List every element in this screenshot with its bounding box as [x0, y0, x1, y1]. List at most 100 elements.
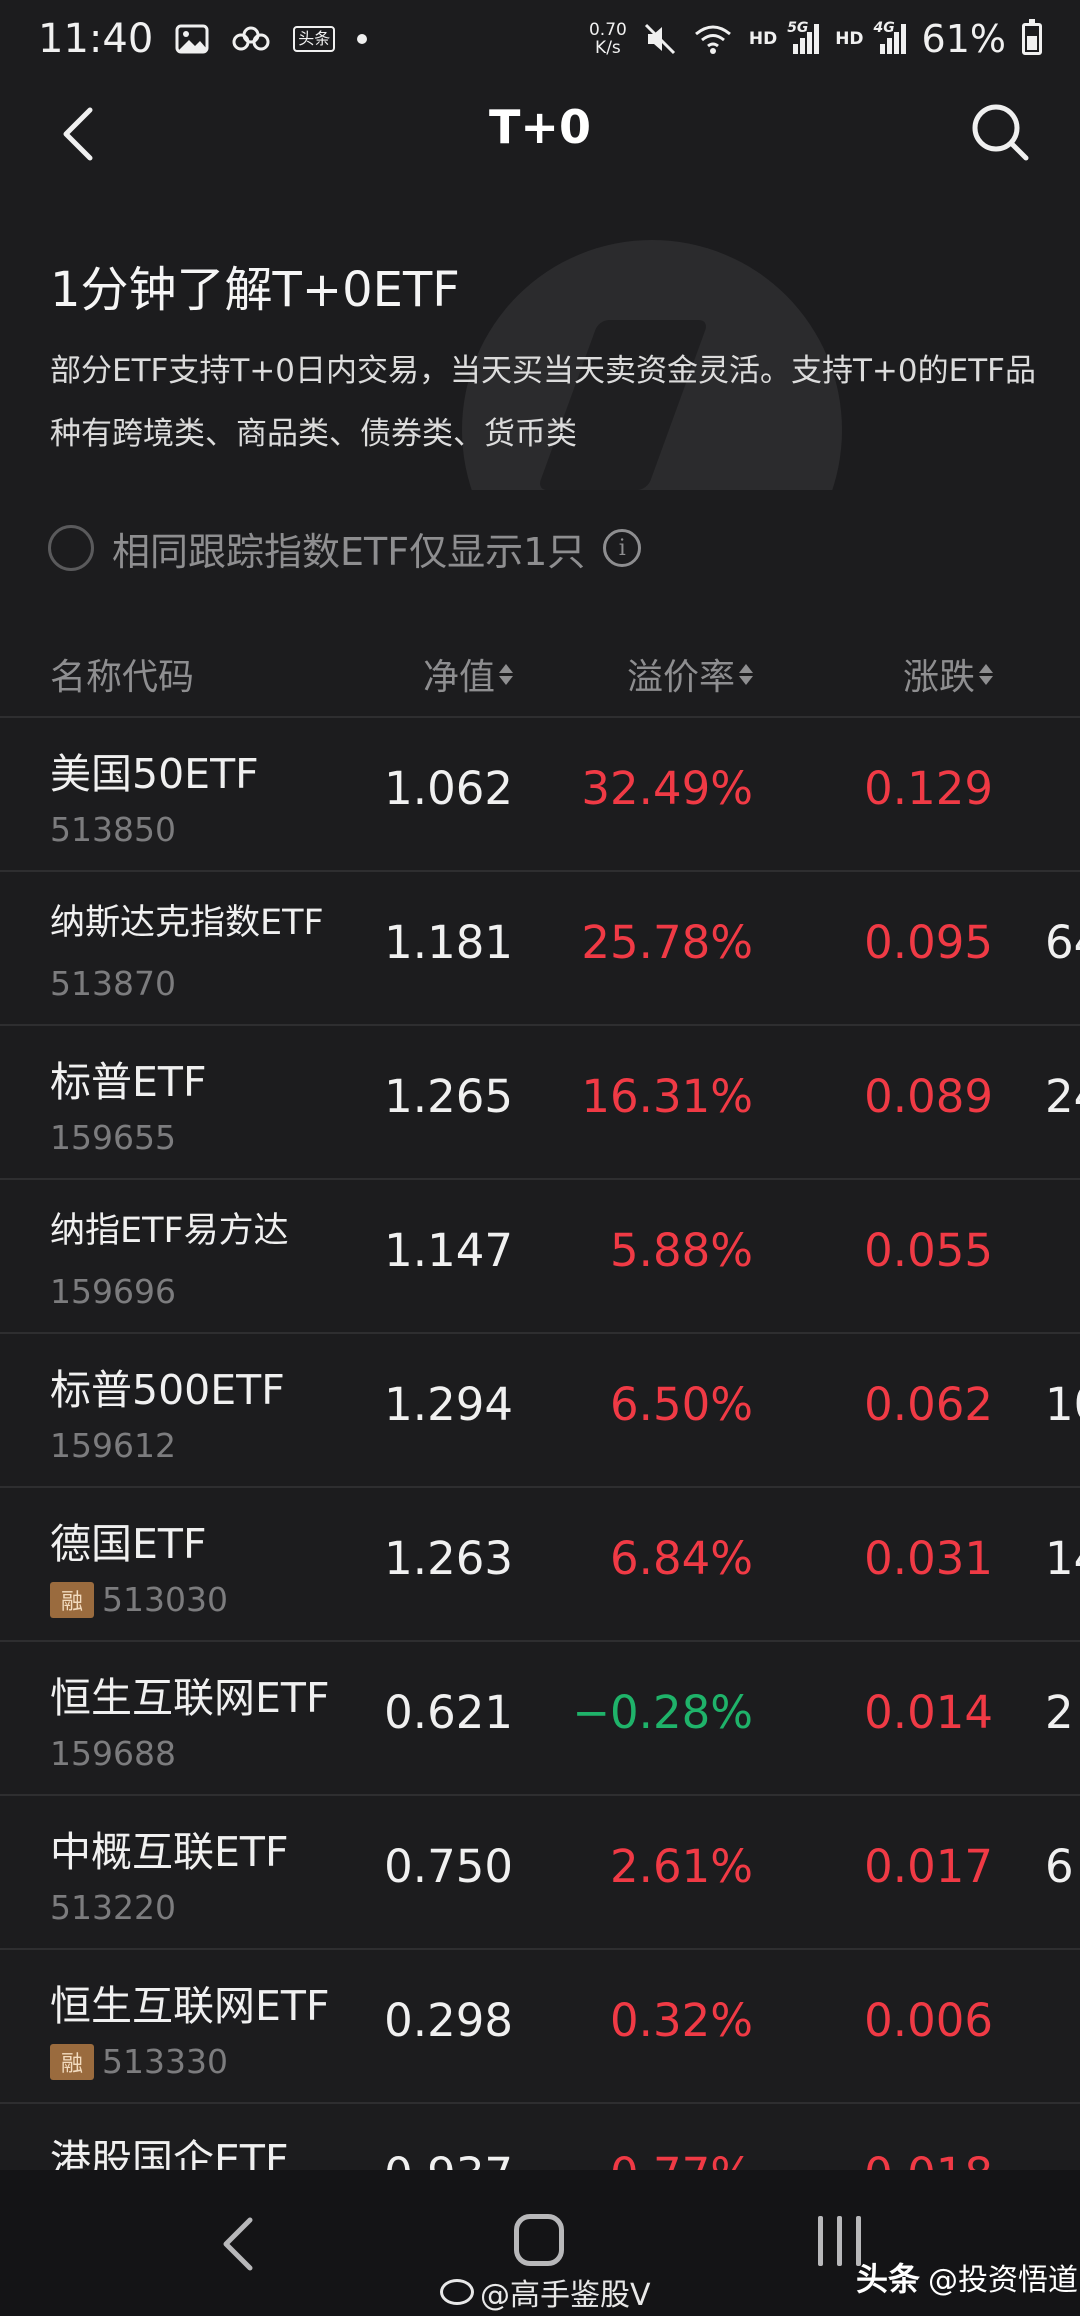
etf-code: 融 513330	[50, 2042, 228, 2081]
etf-extra-col: 6	[1045, 1840, 1074, 1893]
search-icon	[972, 104, 1029, 161]
watermark-weibo-text: @高手鉴股V	[480, 2278, 651, 2313]
margin-trading-badge: 融	[50, 2043, 94, 2080]
etf-name: 中概互联ETF	[50, 1828, 289, 1876]
hd-label-2: HD	[835, 29, 864, 49]
header-name-code-label: 名称代码	[50, 657, 195, 698]
search-button[interactable]	[968, 100, 1032, 164]
margin-trading-badge: 融	[50, 1581, 94, 1618]
etf-change: 0.129	[864, 762, 993, 815]
cloud-icon	[231, 24, 271, 54]
etf-name: 标普500ETF	[50, 1366, 285, 1414]
etf-nav: 0.298	[384, 1994, 513, 2047]
etf-premium: 2.61%	[610, 1840, 753, 1893]
sort-premium-button[interactable]: 溢价率	[627, 648, 753, 700]
wifi-icon	[693, 23, 733, 55]
battery-icon	[1022, 19, 1042, 55]
etf-code-text: 513220	[50, 1888, 176, 1927]
net-speed-value: 0.70	[588, 20, 627, 40]
etf-extra-col: 14	[1045, 1532, 1080, 1585]
etf-extra-col: 64	[1045, 916, 1080, 969]
net-speed: 0.70 K/s	[589, 21, 627, 57]
header-premium-label: 溢价率	[626, 657, 735, 698]
sort-change-button[interactable]: 涨跌	[903, 648, 993, 700]
signal-4g-icon: 4G	[874, 20, 906, 54]
battery-percent: 61%	[921, 17, 1006, 61]
etf-code-text: 159655	[50, 1118, 176, 1157]
etf-name: 德国ETF	[50, 1520, 207, 1568]
etf-code: 159696	[50, 1272, 176, 1311]
signal-5g-icon: 5G	[787, 20, 820, 54]
etf-code: 159655	[50, 1118, 176, 1157]
sort-icon	[979, 663, 993, 685]
etf-change: 0.095	[864, 916, 993, 969]
nav-home-icon[interactable]	[514, 2214, 564, 2266]
etf-nav: 0.750	[384, 1840, 513, 1893]
etf-code-text: 159688	[50, 1734, 176, 1773]
status-time: 11:40	[38, 16, 154, 62]
system-nav-bar: @高手鉴股V 头条 @投资悟道	[0, 2170, 1080, 2316]
etf-code: 融 513030	[50, 1580, 228, 1619]
header-name-code: 名称代码	[50, 648, 194, 700]
dedupe-filter[interactable]: 相同跟踪指数ETF仅显示1只 i	[48, 520, 642, 576]
etf-premium: 5.88%	[610, 1224, 753, 1277]
etf-nav: 1.147	[384, 1224, 513, 1277]
table-row[interactable]: 美国50ETF 513850 1.062 32.49% 0.129	[0, 716, 1080, 870]
etf-change: 0.062	[864, 1378, 993, 1431]
etf-name: 恒生互联网ETF	[50, 1982, 330, 2030]
table-row[interactable]: 恒生互联网ETF 融 513330 0.298 0.32% 0.006	[0, 1948, 1080, 2102]
etf-list: 美国50ETF 513850 1.062 32.49% 0.129 纳斯达克指数…	[0, 716, 1080, 2256]
intro-description: 部分ETF支持T+0日内交易，当天买当天卖资金灵活。支持T+0的ETF品种有跨境…	[50, 353, 1036, 452]
etf-change: 0.014	[864, 1686, 993, 1739]
table-row[interactable]: 德国ETF 融 513030 1.263 6.84% 0.031 14	[0, 1486, 1080, 1640]
nav-recents-icon[interactable]	[818, 2216, 861, 2266]
etf-code: 513850	[50, 810, 176, 849]
table-row[interactable]: 标普500ETF 159612 1.294 6.50% 0.062 10	[0, 1332, 1080, 1486]
app-header: T+0	[0, 78, 1080, 188]
etf-code: 159612	[50, 1426, 176, 1465]
etf-code-text: 513870	[50, 964, 176, 1003]
watermark-toutiao-brand: 头条	[856, 2260, 921, 2298]
table-row[interactable]: 中概互联ETF 513220 0.750 2.61% 0.017 6	[0, 1794, 1080, 1948]
info-icon[interactable]: i	[603, 529, 642, 567]
header-change-label: 涨跌	[902, 657, 975, 698]
etf-name: 标普ETF	[50, 1058, 207, 1106]
etf-name: 恒生互联网ETF	[50, 1674, 330, 1722]
sort-icon	[499, 663, 513, 685]
dedupe-filter-label: 相同跟踪指数ETF仅显示1只	[112, 529, 586, 574]
etf-premium: 6.84%	[610, 1532, 753, 1585]
table-row[interactable]: 标普ETF 159655 1.265 16.31% 0.089 24	[0, 1024, 1080, 1178]
etf-extra-col: 2	[1045, 1686, 1074, 1739]
table-row[interactable]: 纳指ETF易方达 159696 1.147 5.88% 0.055	[0, 1178, 1080, 1332]
etf-nav: 0.621	[384, 1686, 513, 1739]
mute-icon	[643, 22, 677, 56]
nav-back-icon[interactable]	[212, 2214, 262, 2274]
etf-code-text: 513330	[102, 2042, 228, 2081]
net-type-5g: 5G	[787, 20, 809, 36]
etf-code-text: 513850	[50, 810, 176, 849]
watermark-weibo: @高手鉴股V	[440, 2270, 651, 2314]
table-header: 名称代码 净值 溢价率 涨跌	[0, 630, 1080, 720]
etf-code-text: 513030	[102, 1580, 228, 1619]
etf-name: 纳斯达克指数ETF	[50, 903, 324, 943]
etf-change: 0.017	[864, 1840, 993, 1893]
etf-premium: 16.31%	[581, 1070, 753, 1123]
etf-nav: 1.062	[384, 762, 513, 815]
etf-code: 513220	[50, 1888, 176, 1927]
etf-change: 0.031	[864, 1532, 993, 1585]
etf-premium: −0.28%	[572, 1686, 753, 1739]
etf-premium: 6.50%	[610, 1378, 753, 1431]
etf-nav: 1.181	[384, 916, 513, 969]
toutiao-icon: 头条	[293, 26, 336, 52]
etf-nav: 1.265	[384, 1070, 513, 1123]
watermark-toutiao: 头条 @投资悟道	[856, 2254, 1078, 2300]
table-row[interactable]: 纳斯达克指数ETF 513870 1.181 25.78% 0.095 64	[0, 870, 1080, 1024]
dedupe-radio[interactable]	[48, 525, 94, 571]
sort-nav-button[interactable]: 净值	[423, 648, 513, 700]
etf-code-text: 159696	[50, 1272, 176, 1311]
watermark-toutiao-handle: @投资悟道	[928, 2263, 1079, 2298]
gallery-icon	[175, 24, 209, 54]
intro-banner[interactable]: 1分钟了解T+0ETF 部分ETF支持T+0日内交易，当天买当天卖资金灵活。支持…	[0, 210, 1080, 490]
etf-change: 0.089	[864, 1070, 993, 1123]
table-row[interactable]: 恒生互联网ETF 159688 0.621 −0.28% 0.014 2	[0, 1640, 1080, 1794]
